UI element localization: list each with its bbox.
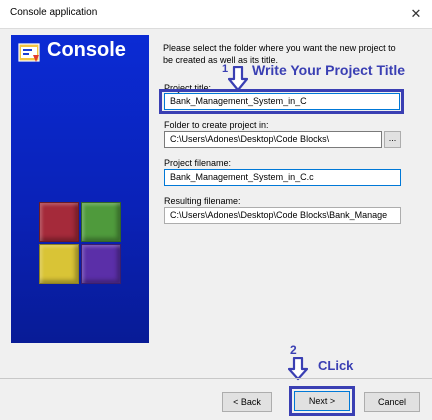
browse-folder-button[interactable]: ... — [384, 131, 401, 148]
cancel-button[interactable]: Cancel — [364, 392, 420, 412]
folder-label: Folder to create project in: — [164, 120, 269, 130]
cube-green — [81, 202, 121, 242]
cube-purple — [81, 244, 121, 284]
step2-number: 2 — [290, 343, 297, 357]
folder-input[interactable]: C:\Users\Adones\Desktop\Code Blocks\ — [164, 131, 382, 148]
wizard-side-panel: Console — [11, 35, 149, 343]
step2-annotation: CLick — [318, 358, 354, 373]
step1-annotation: Write Your Project Title — [252, 62, 406, 78]
next-button[interactable]: Next > — [294, 391, 350, 411]
title-bar: Console application ✕ — [0, 0, 432, 29]
cube-yellow — [39, 244, 79, 284]
project-filename-input[interactable]: Bank_Management_System_in_C.c — [164, 169, 401, 186]
resulting-filename-label: Resulting filename: — [164, 196, 241, 206]
project-filename-label: Project filename: — [164, 158, 232, 168]
codeblocks-logo-icon — [18, 43, 40, 62]
back-button[interactable]: < Back — [222, 392, 272, 412]
resulting-filename-field: C:\Users\Adones\Desktop\Code Blocks\Bank… — [164, 207, 401, 224]
close-icon[interactable]: ✕ — [404, 4, 428, 24]
console-brand-text: Console — [47, 39, 126, 61]
cube-red — [39, 202, 79, 242]
project-title-input[interactable]: Bank_Management_System_in_C — [164, 93, 400, 110]
footer-separator — [0, 378, 432, 379]
window-title: Console application — [10, 7, 98, 18]
